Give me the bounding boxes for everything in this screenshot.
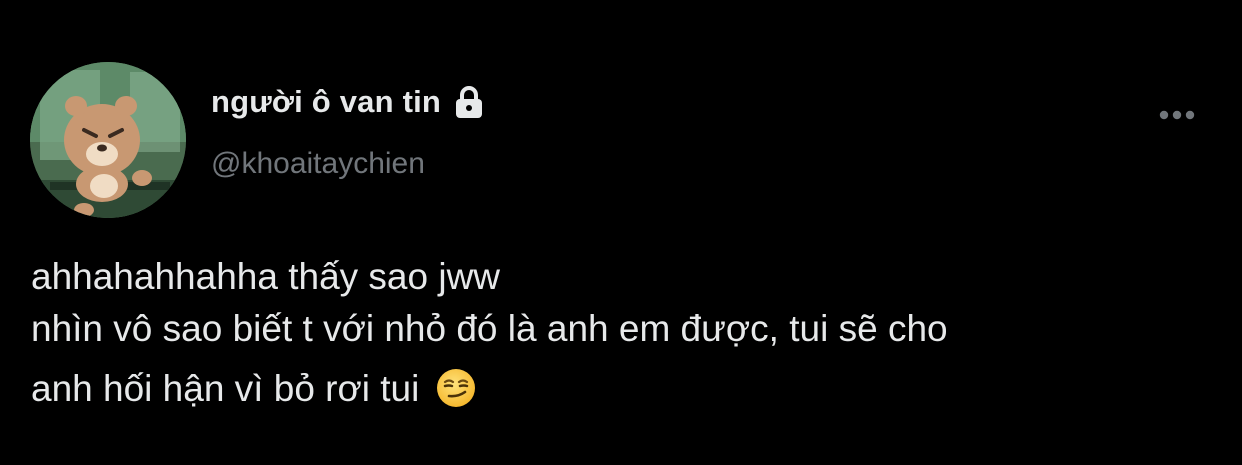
smirking-face-emoji-icon	[435, 367, 477, 409]
display-name[interactable]: người ô van tin	[211, 84, 487, 120]
lock-icon	[451, 84, 487, 120]
tweet-card: người ô van tin @khoaitaychien ahhahahha…	[0, 0, 1242, 465]
avatar[interactable]	[30, 62, 186, 218]
user-handle[interactable]: @khoaitaychien	[211, 147, 425, 181]
tweet-line-3-wrapper: anh hối hận vì bỏ rơi tui	[31, 363, 1221, 415]
tweet-line-2: nhìn vô sao biết t với nhỏ đó là anh em …	[31, 308, 948, 349]
tweet-line-1: ahhahahhahha thấy sao jww	[31, 256, 501, 297]
tweet-text: ahhahahhahha thấy sao jww nhìn vô sao bi…	[31, 251, 1221, 415]
more-options-button[interactable]	[1154, 98, 1200, 132]
tweet-line-3: anh hối hận vì bỏ rơi tui	[31, 368, 420, 409]
more-options-icon	[1159, 110, 1195, 120]
display-name-text: người ô van tin	[211, 84, 442, 119]
bear-avatar-icon	[30, 62, 186, 218]
